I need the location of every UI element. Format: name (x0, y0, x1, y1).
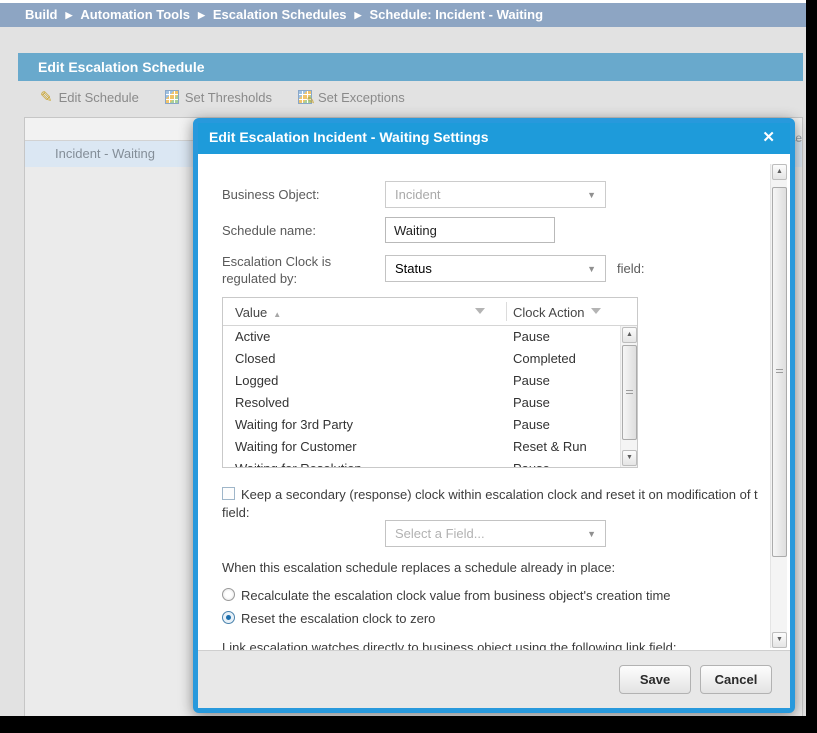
cancel-button[interactable]: Cancel (700, 665, 772, 694)
regulated-by-select[interactable]: Status ▼ (385, 255, 606, 282)
clock-action-table: Value ▲ Clock Action Active Pause Closed Co… (222, 297, 638, 468)
reset-clock-label: Reset the escalation clock to zero (241, 611, 435, 626)
cell-value: Closed (235, 351, 275, 366)
table-header: Value ▲ Clock Action (223, 298, 637, 326)
save-button[interactable]: Save (619, 665, 691, 694)
scroll-down-icon[interactable]: ▼ (622, 450, 637, 466)
business-object-select: Incident ▼ (385, 181, 606, 208)
cell-value: Active (235, 329, 270, 344)
recalculate-clock-label: Recalculate the escalation clock value f… (241, 588, 671, 603)
breadcrumb-item-automation-tools[interactable]: Automation Tools (80, 7, 190, 22)
pencil-icon: ✎ (40, 90, 53, 105)
value-header-label: Value (235, 305, 267, 320)
grid-edit-icon: ✎ (298, 90, 312, 104)
table-row[interactable]: Waiting for Resolution Pause (223, 458, 637, 467)
business-object-label: Business Object: (222, 187, 320, 202)
breadcrumb-arrow-icon: ▶ (347, 10, 370, 20)
table-row[interactable]: Active Pause (223, 326, 637, 348)
breadcrumb-item-schedule[interactable]: Schedule: Incident - Waiting (369, 7, 543, 22)
scroll-up-icon[interactable]: ▲ (622, 327, 637, 343)
recalculate-clock-radio[interactable] (222, 588, 235, 601)
dialog-scrollbar-thumb[interactable] (772, 187, 787, 557)
set-exceptions-label: Set Exceptions (318, 90, 405, 105)
secondary-field-placeholder: Select a Field... (395, 526, 485, 541)
mini-pencil-icon: ✎ (307, 96, 315, 107)
secondary-clock-label-line2: field: (222, 505, 249, 520)
regulated-by-label-line1: Escalation Clock is (222, 254, 331, 269)
table-scrollbar[interactable]: ▲ ▼ (620, 326, 637, 467)
scroll-down-icon[interactable]: ▼ (772, 632, 787, 648)
table-row[interactable]: Resolved Pause (223, 392, 637, 414)
table-body: ActivePause ClosedCompleted LoggedPause … (223, 326, 637, 467)
cell-value: Waiting for Resolution (235, 461, 362, 467)
cell-value: Logged (235, 373, 278, 388)
breadcrumb: Build▶Automation Tools▶Escalation Schedu… (0, 3, 806, 27)
table-row[interactable]: Waiting for 3rd Party Pause (223, 414, 637, 436)
regulated-by-value: Status (395, 261, 432, 276)
dialog-titlebar: Edit Escalation Incident - Waiting Setti… (198, 123, 790, 154)
set-exceptions-button[interactable]: ✎ Set Exceptions (298, 90, 405, 105)
secondary-clock-checkbox[interactable] (222, 487, 235, 500)
cell-action: Completed (513, 351, 576, 366)
column-header-value[interactable]: Value ▲ (235, 305, 281, 320)
cell-action: Pause (513, 373, 550, 388)
chevron-down-icon: ▼ (587, 257, 596, 282)
cell-action: Pause (513, 395, 550, 410)
breadcrumb-arrow-icon: ▶ (58, 10, 81, 20)
column-divider (506, 302, 507, 321)
schedule-name-input[interactable] (385, 217, 555, 243)
dialog-footer: Save Cancel (198, 650, 790, 708)
edit-escalation-settings-dialog: Edit Escalation Incident - Waiting Setti… (193, 118, 795, 713)
table-row[interactable]: Closed Completed (223, 348, 637, 370)
regulated-by-label-line2: regulated by: (222, 271, 297, 286)
cell-action: Reset & Run (513, 439, 587, 454)
breadcrumb-item-escalation-schedules[interactable]: Escalation Schedules (213, 7, 347, 22)
scrollbar-grip (776, 369, 783, 374)
edit-schedule-label: Edit Schedule (59, 90, 139, 105)
secondary-field-select[interactable]: Select a Field... ▼ (385, 520, 606, 547)
table-row[interactable]: Logged Pause (223, 370, 637, 392)
sort-ascending-icon: ▲ (273, 310, 281, 319)
close-icon[interactable]: ✕ (762, 128, 775, 146)
dialog-content: Business Object: Incident ▼ Schedule nam… (198, 154, 790, 650)
filter-icon[interactable] (475, 308, 485, 314)
schedule-name-label: Schedule name: (222, 223, 316, 238)
business-object-value: Incident (395, 187, 441, 202)
column-header-clock-action[interactable]: Clock Action (513, 305, 585, 320)
link-escalation-label: Link escalation watches directly to busi… (222, 640, 677, 650)
app-viewport: Build▶Automation Tools▶Escalation Schedu… (0, 0, 806, 716)
cell-value: Resolved (235, 395, 289, 410)
edit-schedule-button[interactable]: ✎ Edit Schedule (40, 90, 139, 105)
dialog-scrollbar[interactable]: ▲ ▼ (770, 164, 787, 648)
secondary-clock-label-line1: Keep a secondary (response) clock within… (241, 487, 769, 502)
dialog-title: Edit Escalation Incident - Waiting Setti… (198, 123, 790, 152)
field-suffix-label: field: (617, 261, 644, 276)
breadcrumb-item-build[interactable]: Build (25, 7, 58, 22)
cell-action: Pause (513, 329, 550, 344)
cell-value: Waiting for 3rd Party (235, 417, 353, 432)
chevron-down-icon: ▼ (587, 183, 596, 208)
set-thresholds-button[interactable]: Set Thresholds (165, 90, 272, 105)
toolbar: ✎ Edit Schedule Set Thresholds ✎ Set Exc… (18, 81, 803, 113)
reset-clock-radio[interactable] (222, 611, 235, 624)
cell-action: Pause (513, 417, 550, 432)
cell-action: Pause (513, 461, 550, 467)
table-scrollbar-thumb[interactable] (622, 345, 637, 440)
table-row[interactable]: Waiting for Customer Reset & Run (223, 436, 637, 458)
page-title: Edit Escalation Schedule (18, 53, 803, 81)
scroll-up-icon[interactable]: ▲ (772, 164, 787, 180)
replace-section-heading: When this escalation schedule replaces a… (222, 560, 615, 575)
grid-icon (165, 90, 179, 104)
scrollbar-grip (626, 390, 633, 395)
chevron-down-icon: ▼ (587, 522, 596, 547)
filter-icon[interactable] (591, 308, 601, 314)
breadcrumb-arrow-icon: ▶ (190, 10, 213, 20)
set-thresholds-label: Set Thresholds (185, 90, 272, 105)
cell-value: Waiting for Customer (235, 439, 357, 454)
